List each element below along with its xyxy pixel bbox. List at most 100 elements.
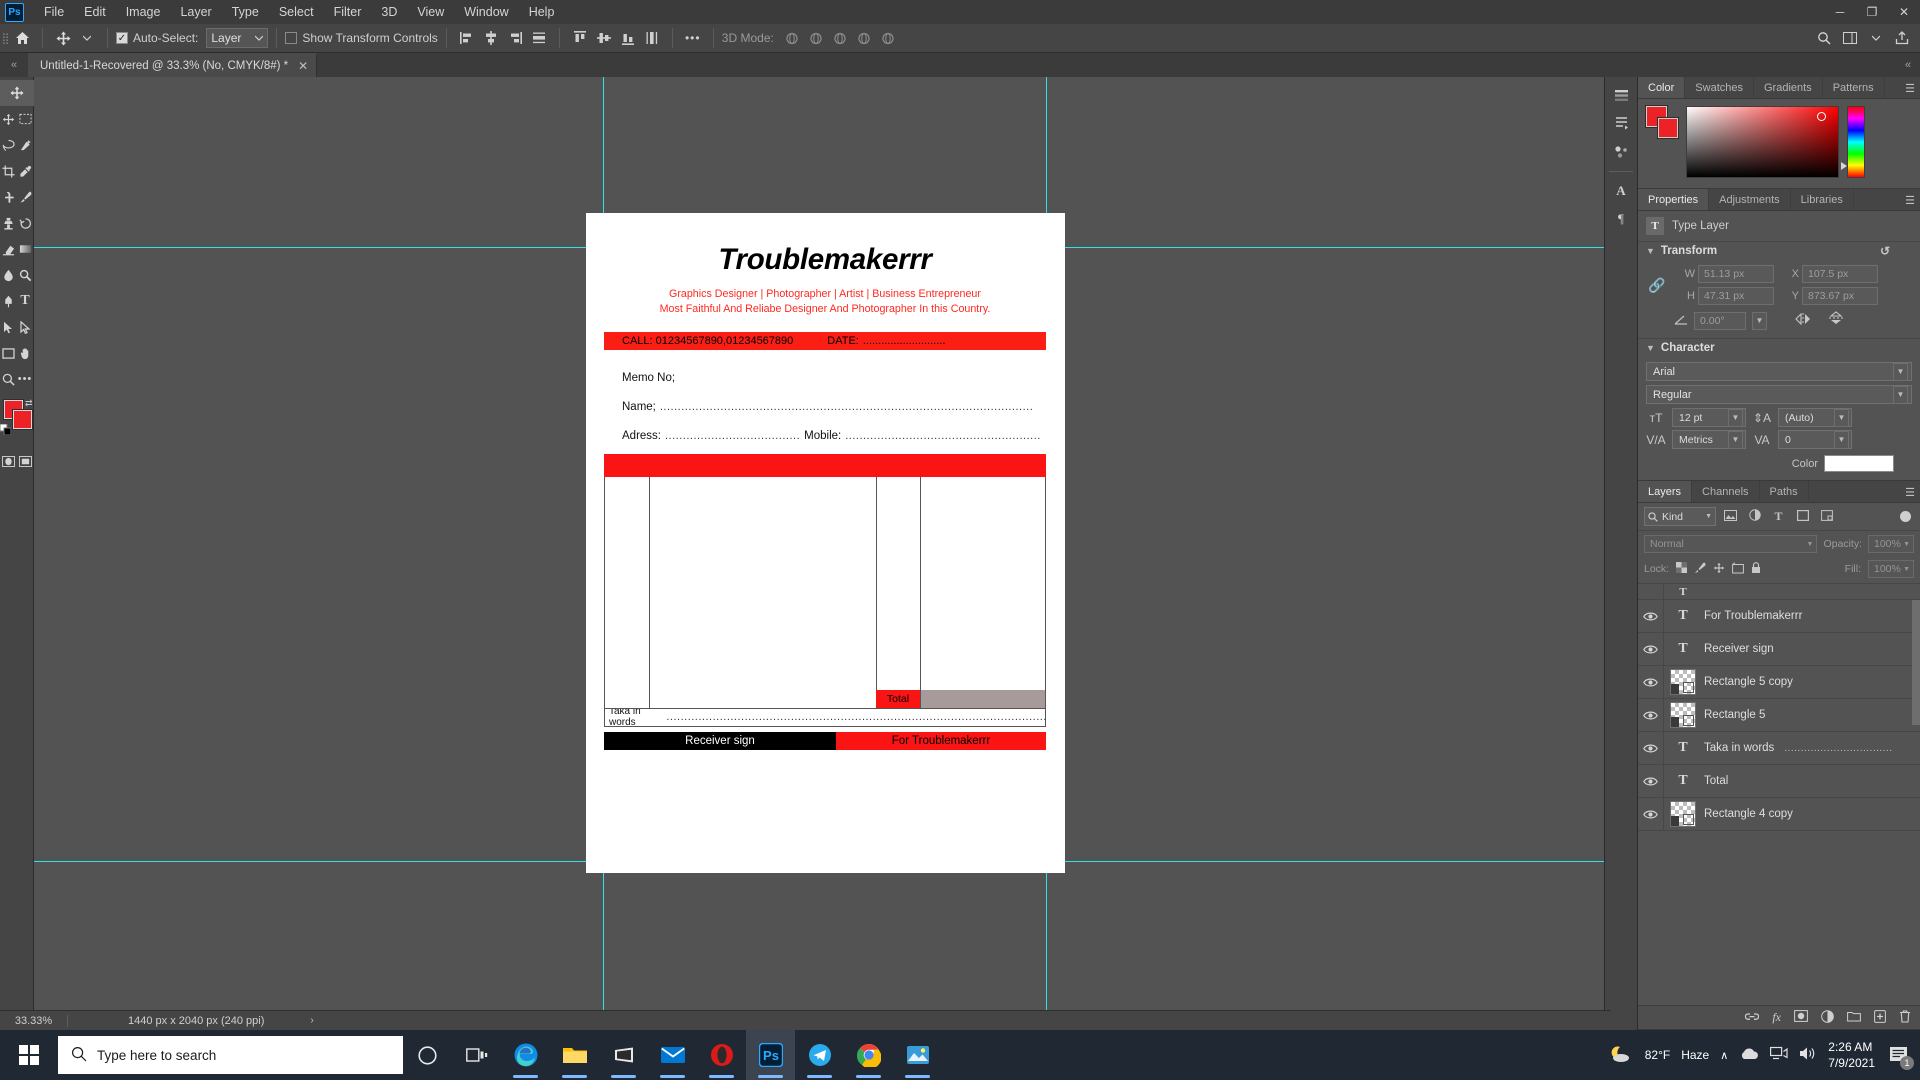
orbit-3d-icon[interactable] bbox=[780, 27, 804, 49]
tab-paths[interactable]: Paths bbox=[1760, 481, 1809, 502]
windows-start-icon[interactable] bbox=[0, 1030, 58, 1080]
options-bar-grip[interactable]: ⣿ bbox=[0, 32, 10, 45]
slide-3d-icon[interactable] bbox=[852, 27, 876, 49]
layer-row-partial[interactable]: T bbox=[1638, 584, 1920, 600]
photoshop-icon[interactable]: Ps bbox=[746, 1030, 795, 1080]
menu-file[interactable]: File bbox=[34, 1, 74, 23]
filter-type-icon[interactable]: T bbox=[1769, 509, 1788, 524]
tab-properties[interactable]: Properties bbox=[1638, 189, 1710, 210]
workspace-icon[interactable] bbox=[1838, 27, 1862, 49]
menu-image[interactable]: Image bbox=[116, 1, 171, 23]
fill-input[interactable]: 100% ▼ bbox=[1868, 560, 1914, 578]
chevron-down-icon[interactable]: ▼ bbox=[1728, 430, 1743, 449]
cortana-icon[interactable] bbox=[403, 1030, 452, 1080]
layer-style-icon[interactable]: fx bbox=[1772, 1010, 1781, 1025]
lock-transparent-pixels-icon[interactable] bbox=[1676, 562, 1688, 576]
layer-row[interactable]: T Receiver sign bbox=[1638, 633, 1920, 666]
hue-slider[interactable] bbox=[1841, 106, 1865, 178]
dodge-tool[interactable] bbox=[17, 262, 34, 288]
align-vertical-centers-icon[interactable] bbox=[592, 27, 616, 49]
chevron-down-icon[interactable]: ▼ bbox=[1728, 408, 1743, 427]
search-icon[interactable] bbox=[1812, 27, 1836, 49]
more-tools[interactable]: ••• bbox=[17, 366, 34, 392]
hue-slider-handle[interactable] bbox=[1841, 162, 1847, 170]
flip-vertical-icon[interactable] bbox=[1829, 311, 1843, 330]
leading-input[interactable]: (Auto) ▼ bbox=[1778, 408, 1852, 427]
type-tool[interactable]: T bbox=[17, 288, 34, 314]
tab-gradients[interactable]: Gradients bbox=[1754, 77, 1823, 98]
align-bottom-edges-icon[interactable] bbox=[616, 27, 640, 49]
google-chrome-icon[interactable] bbox=[844, 1030, 893, 1080]
panel-menu-icon[interactable]: ☰ bbox=[1905, 77, 1915, 99]
layer-visibility-toggle[interactable] bbox=[1638, 600, 1664, 632]
chevron-down-icon[interactable]: ▼ bbox=[1893, 385, 1908, 404]
pan-3d-icon[interactable] bbox=[828, 27, 852, 49]
show-hidden-icons-chevron[interactable]: ∧ bbox=[1720, 1049, 1728, 1062]
minimize-button[interactable]: ─ bbox=[1824, 0, 1856, 24]
layer-row[interactable]: T Total bbox=[1638, 765, 1920, 798]
auto-select-checkbox[interactable]: ✓ Auto-Select: bbox=[116, 31, 198, 45]
tab-channels[interactable]: Channels bbox=[1692, 481, 1760, 502]
background-color-swatch[interactable] bbox=[1657, 117, 1679, 139]
filter-shape-icon[interactable] bbox=[1793, 509, 1812, 524]
tab-libraries[interactable]: Libraries bbox=[1791, 189, 1854, 210]
arrange-documents-icon[interactable] bbox=[1864, 27, 1888, 49]
layer-filter-kind-dropdown[interactable]: Kind ▼ bbox=[1644, 507, 1716, 526]
auto-select-scope-dropdown[interactable]: Layer bbox=[206, 28, 269, 48]
eraser-tool[interactable] bbox=[0, 236, 17, 262]
layer-mask-icon[interactable] bbox=[1794, 1010, 1808, 1025]
lock-artboard-icon[interactable] bbox=[1732, 561, 1745, 577]
paragraph-panel-icon[interactable]: ¶ bbox=[1606, 206, 1636, 232]
chevron-down-icon[interactable]: ▼ bbox=[1646, 343, 1655, 353]
quick-mask-tool[interactable] bbox=[0, 448, 17, 474]
layer-list[interactable]: T T For Troublemakerrr T Receiver sign Recta… bbox=[1638, 583, 1920, 1005]
menu-layer[interactable]: Layer bbox=[170, 1, 221, 23]
reset-icon[interactable]: ↺ bbox=[1880, 244, 1890, 258]
document-page[interactable]: Troublemakerrr Graphics Designer | Photo… bbox=[586, 213, 1065, 873]
height-input[interactable]: 47.31 px bbox=[1698, 287, 1774, 305]
x-input[interactable]: 107.5 px bbox=[1802, 265, 1878, 283]
character-section-header[interactable]: ▼ Character bbox=[1638, 338, 1920, 357]
layer-thumbnail[interactable] bbox=[1670, 702, 1696, 728]
move-tool[interactable] bbox=[0, 80, 34, 106]
layer-row[interactable]: Rectangle 5 bbox=[1638, 699, 1920, 732]
layer-visibility-toggle[interactable] bbox=[1638, 666, 1664, 698]
tab-color[interactable]: Color bbox=[1638, 77, 1686, 98]
angle-input[interactable]: 0.00° bbox=[1694, 311, 1746, 330]
quick-selection-tool[interactable] bbox=[17, 132, 34, 158]
opacity-input[interactable]: 100% ▼ bbox=[1868, 535, 1914, 553]
zoom-tool[interactable] bbox=[0, 366, 17, 392]
distribute-vertically-icon[interactable] bbox=[640, 27, 664, 49]
tab-layers[interactable]: Layers bbox=[1638, 481, 1693, 502]
layer-row[interactable]: T For Troublemakerrr bbox=[1638, 600, 1920, 633]
chevron-down-icon[interactable]: ▼ bbox=[1834, 408, 1849, 427]
rectangular-marquee-tool[interactable] bbox=[17, 106, 34, 132]
microsoft-edge-icon[interactable] bbox=[501, 1030, 550, 1080]
default-colors-icon[interactable] bbox=[0, 422, 11, 440]
menu-select[interactable]: Select bbox=[269, 1, 324, 23]
history-panel-icon[interactable] bbox=[1606, 83, 1636, 109]
tab-adjustments[interactable]: Adjustments bbox=[1709, 189, 1791, 210]
layer-visibility-toggle[interactable] bbox=[1638, 633, 1664, 665]
align-horizontal-centers-icon[interactable] bbox=[479, 27, 503, 49]
panel-menu-icon[interactable]: ☰ bbox=[1905, 189, 1915, 211]
filter-adjustment-icon[interactable] bbox=[1745, 509, 1764, 524]
kerning-input[interactable]: Metrics ▼ bbox=[1672, 430, 1746, 449]
menu-type[interactable]: Type bbox=[222, 1, 269, 23]
layer-row[interactable]: Rectangle 4 copy bbox=[1638, 798, 1920, 831]
layer-visibility-toggle[interactable] bbox=[1638, 699, 1664, 731]
more-options-icon[interactable]: ••• bbox=[681, 27, 705, 49]
layer-visibility-toggle[interactable] bbox=[1638, 765, 1664, 797]
status-expand-icon[interactable]: › bbox=[264, 1015, 313, 1026]
brush-settings-icon[interactable] bbox=[1606, 139, 1636, 165]
microsoft-store-icon[interactable] bbox=[599, 1030, 648, 1080]
angle-dropdown[interactable]: ▼ bbox=[1752, 311, 1767, 330]
eyedropper-tool[interactable] bbox=[17, 158, 34, 184]
align-right-edges-icon[interactable] bbox=[503, 27, 527, 49]
lock-image-pixels-icon[interactable] bbox=[1694, 562, 1706, 577]
lasso-tool[interactable] bbox=[0, 132, 17, 158]
show-transform-controls-checkbox[interactable]: ✓ Show Transform Controls bbox=[285, 31, 438, 45]
volume-icon[interactable] bbox=[1799, 1046, 1817, 1064]
delete-layer-icon[interactable] bbox=[1899, 1009, 1911, 1026]
move-tool-dropdown[interactable] bbox=[75, 27, 99, 49]
